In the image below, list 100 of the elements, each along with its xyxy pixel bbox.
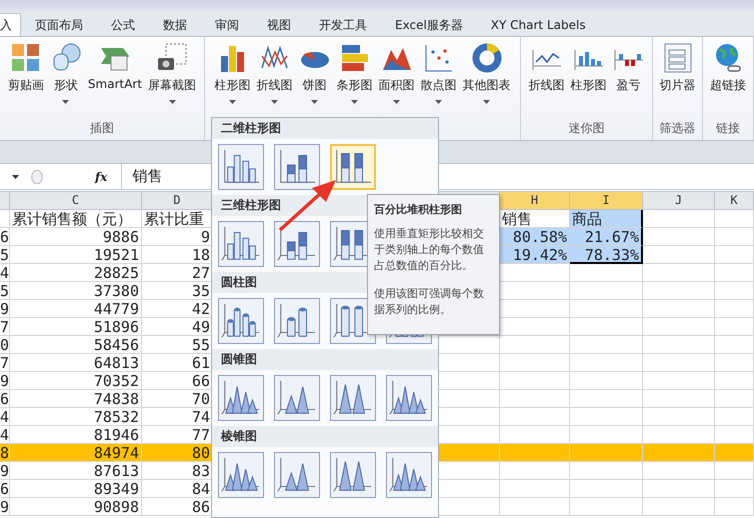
caret-icon xyxy=(351,100,358,104)
caret-icon xyxy=(229,100,236,104)
table-cell: 9 xyxy=(0,372,10,390)
caret-icon xyxy=(393,100,400,104)
ribbon-button[interactable]: 屏幕截图 xyxy=(146,42,198,116)
caret-icon xyxy=(311,100,318,104)
table-cell: 6 xyxy=(0,480,10,498)
chart-type-option[interactable] xyxy=(386,452,432,498)
table-cell: 7 xyxy=(0,318,10,336)
table-cell: 58456 xyxy=(10,336,142,354)
table-cell: 9 xyxy=(0,498,10,516)
table-cell: 80 xyxy=(142,444,213,462)
table-cell: 7 xyxy=(0,354,10,372)
group-label: 插图 xyxy=(89,120,115,137)
ribbon-button[interactable]: 切片器 xyxy=(658,42,698,116)
ribbon-button[interactable]: 折线图 xyxy=(526,42,566,116)
table-cell: 80.58% xyxy=(500,228,570,246)
dropdown-icon[interactable] xyxy=(12,174,19,178)
table-cell: 84974 xyxy=(10,444,142,462)
caret-icon xyxy=(435,100,442,104)
ribbon-tab[interactable]: 审阅 xyxy=(201,14,253,36)
section-title: 二维柱形图 xyxy=(212,118,438,139)
ribbon-tab[interactable]: 数据 xyxy=(149,14,201,36)
table-cell: 4 xyxy=(0,408,10,426)
ribbon-button[interactable]: SmartArt xyxy=(86,42,144,116)
table-cell: 6 xyxy=(0,228,10,246)
table-cell: 4 xyxy=(0,264,10,282)
chart-type-option[interactable] xyxy=(274,298,320,344)
group-label: 筛选器 xyxy=(658,120,696,137)
column-header[interactable]: J xyxy=(643,192,715,209)
table-cell: 19521 xyxy=(10,246,142,264)
chart-type-option[interactable] xyxy=(274,452,320,498)
column-header[interactable]: I xyxy=(570,192,643,209)
table-cell: 44779 xyxy=(10,300,142,318)
group-label: 迷你图 xyxy=(568,120,606,137)
chart-type-option[interactable] xyxy=(218,221,264,267)
ribbon-tab[interactable]: 公式 xyxy=(97,14,149,36)
caret-icon xyxy=(62,100,70,104)
table-cell: 9 xyxy=(0,300,10,318)
table-cell: 87613 xyxy=(10,462,142,480)
ribbon-button[interactable]: 面积图 xyxy=(376,42,416,116)
ribbon-button[interactable]: 剪贴画 xyxy=(6,42,46,116)
slicer-icon xyxy=(662,42,694,74)
table-cell: 9 xyxy=(0,462,10,480)
function-button[interactable]: fx xyxy=(95,170,108,184)
chart-type-option[interactable] xyxy=(330,144,376,190)
resize-handle-icon[interactable] xyxy=(31,168,43,186)
chart-type-option[interactable] xyxy=(274,144,320,190)
table-cell: 8 xyxy=(0,444,10,462)
ribbon-button[interactable]: 柱形图 xyxy=(212,42,252,116)
chart-type-option[interactable] xyxy=(218,298,264,344)
ribbon-button[interactable]: 条形图 xyxy=(334,42,374,116)
chart-type-option[interactable] xyxy=(218,375,264,421)
table-cell: 89349 xyxy=(10,480,142,498)
chart-type-option[interactable] xyxy=(274,375,320,421)
column-header[interactable]: H xyxy=(500,192,570,209)
table-cell: 64813 xyxy=(10,354,142,372)
section-title: 棱锥图 xyxy=(212,426,438,447)
ribbon-tab[interactable]: 开发工具 xyxy=(305,14,381,36)
table-cell: 51896 xyxy=(10,318,142,336)
ribbon-button[interactable]: 柱形图 xyxy=(568,42,608,116)
chart-type-option[interactable] xyxy=(330,452,376,498)
picture-tiles-icon xyxy=(10,42,42,74)
chart-type-option[interactable] xyxy=(218,452,264,498)
chart-type-option[interactable] xyxy=(218,144,264,190)
ribbon-button[interactable]: 超链接 xyxy=(708,42,748,116)
table-cell: 0 xyxy=(0,336,10,354)
table-cell: 商品 xyxy=(570,210,643,228)
table-cell: 21.67% xyxy=(570,228,643,246)
ribbon-button[interactable]: 其他图表 xyxy=(460,42,512,116)
ribbon-tab[interactable]: 视图 xyxy=(253,14,305,36)
ribbon-tab[interactable]: Excel服务器 xyxy=(381,14,477,36)
table-cell: 6 xyxy=(0,390,10,408)
table-cell: 5 xyxy=(0,246,10,264)
caret-icon xyxy=(271,100,278,104)
ribbon-tab[interactable]: XY Chart Labels xyxy=(476,14,600,36)
scatter-chart-icon xyxy=(422,42,454,74)
ribbon-button[interactable]: 散点图 xyxy=(418,42,458,116)
table-cell: 90898 xyxy=(10,498,142,516)
caret-icon xyxy=(168,100,176,104)
ribbon-button[interactable]: 饼图 xyxy=(296,42,332,116)
table-cell: 37380 xyxy=(10,282,142,300)
column-header[interactable]: C xyxy=(10,192,142,209)
ribbon-tab[interactable]: 入 xyxy=(0,13,21,36)
ribbon-tab[interactable]: 页面布局 xyxy=(21,14,97,36)
ribbon-button[interactable]: 形状 xyxy=(48,42,84,116)
chart-type-option[interactable] xyxy=(330,375,376,421)
table-cell: 78532 xyxy=(10,408,142,426)
ribbon-button[interactable]: 折线图 xyxy=(254,42,294,116)
ribbon-button[interactable]: 盈亏 xyxy=(610,42,646,116)
table-cell: 78.33% xyxy=(570,246,643,264)
table-cell: 74838 xyxy=(10,390,142,408)
group-label: 链接 xyxy=(715,120,741,137)
column-header[interactable]: K xyxy=(715,192,754,209)
table-cell: 19.42% xyxy=(500,246,570,264)
caret-icon xyxy=(483,100,490,104)
chart-type-option[interactable] xyxy=(386,375,432,421)
table-cell: 70352 xyxy=(10,372,142,390)
table-cell: 9886 xyxy=(10,228,142,246)
chart-type-option[interactable] xyxy=(274,221,320,267)
